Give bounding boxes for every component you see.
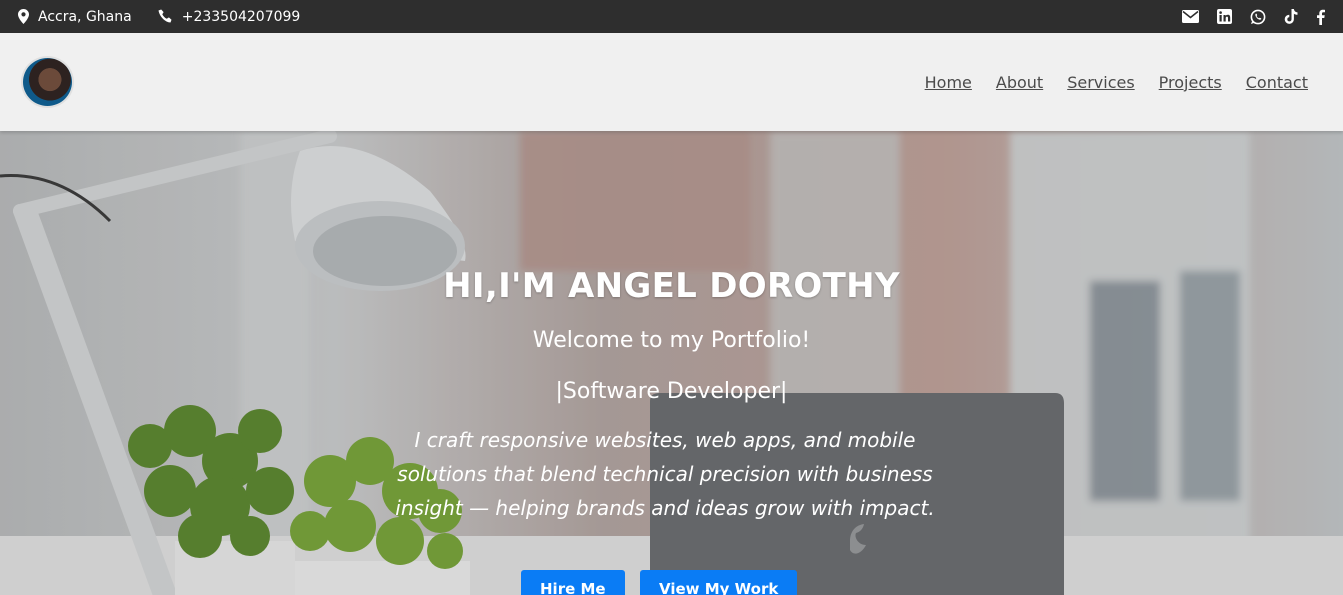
tiktok-icon[interactable]: [1284, 8, 1298, 25]
hero-title: HI,I'M ANGEL DOROTHY: [443, 266, 900, 306]
phone-icon: [158, 9, 173, 24]
whatsapp-icon[interactable]: [1250, 9, 1266, 25]
top-bar: Accra, Ghana +233504207099: [0, 0, 1343, 33]
nav-projects[interactable]: Projects: [1159, 73, 1222, 92]
view-work-button[interactable]: View My Work: [640, 570, 798, 595]
map-pin-icon: [18, 9, 29, 24]
hire-me-button[interactable]: Hire Me: [521, 570, 625, 595]
facebook-icon[interactable]: [1316, 9, 1325, 25]
nav-home[interactable]: Home: [925, 73, 972, 92]
hero-section: HI,I'M ANGEL DOROTHY Welcome to my Portf…: [0, 131, 1343, 595]
location-text: Accra, Ghana: [38, 8, 132, 25]
nav-services[interactable]: Services: [1067, 73, 1134, 92]
hero-role: |Software Developer|: [555, 379, 788, 404]
location-info: Accra, Ghana: [18, 9, 132, 25]
avatar[interactable]: [21, 56, 74, 108]
nav-about[interactable]: About: [996, 73, 1043, 92]
linkedin-icon[interactable]: [1217, 9, 1232, 24]
phone-text: +233504207099: [181, 8, 301, 25]
envelope-icon[interactable]: [1182, 10, 1199, 23]
hero-background-image: [0, 131, 1343, 595]
main-nav: Home About Services Projects Contact: [925, 73, 1308, 92]
hero-welcome: Welcome to my Portfolio!: [532, 328, 811, 353]
hero-description: I craft responsive websites, web apps, a…: [395, 428, 935, 520]
nav-contact[interactable]: Contact: [1246, 73, 1308, 92]
site-header: Home About Services Projects Contact: [0, 33, 1343, 131]
phone-info: +233504207099: [158, 8, 301, 25]
